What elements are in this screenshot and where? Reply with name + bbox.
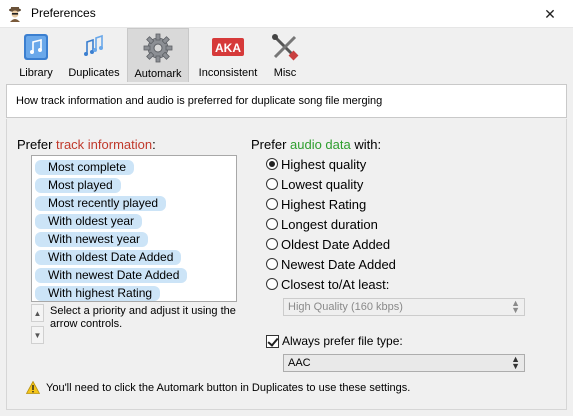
audio-heading-accent: audio data	[290, 137, 351, 152]
radio-label: Newest Date Added	[281, 256, 396, 272]
radio-button[interactable]	[266, 258, 278, 270]
radio-label: Longest duration	[281, 216, 378, 232]
quality-select-value: High Quality (160 kbps)	[288, 301, 403, 313]
file-type-select-value: AAC	[288, 357, 311, 369]
aka-icon: AKA	[212, 38, 244, 56]
audio-heading: Prefer audio data with:	[251, 137, 381, 152]
app-detective-icon	[9, 7, 21, 22]
radio-label: Closest to/At least:	[281, 276, 390, 292]
duplicates-icon	[84, 34, 103, 56]
list-item[interactable]: With newest Date Added	[35, 268, 188, 283]
radio-closest-to-at-least[interactable]: Closest to/At least:	[266, 275, 389, 293]
radio-button[interactable]	[266, 278, 278, 290]
track-info-heading-accent: track information	[56, 137, 153, 152]
automark-gear-icon	[143, 33, 173, 63]
tab-misc[interactable]: Misc	[266, 28, 304, 82]
arrow-down-icon: ▼	[33, 330, 42, 340]
radio-lowest-quality[interactable]: Lowest quality	[266, 175, 363, 193]
radio-label: Highest Rating	[281, 196, 367, 212]
tab-library-label: Library	[19, 67, 53, 79]
radio-oldest-date-added[interactable]: Oldest Date Added	[266, 235, 390, 253]
warning-icon	[26, 381, 40, 394]
tab-misc-label: Misc	[273, 67, 297, 79]
radio-button[interactable]	[266, 218, 278, 230]
priority-arrow-controls: ▲ ▼	[31, 304, 44, 344]
radio-button[interactable]	[266, 198, 278, 210]
radio-button[interactable]	[266, 238, 278, 250]
tab-inconsistent[interactable]: AKA Inconsistent	[197, 28, 259, 82]
tools-icon	[272, 34, 299, 61]
file-type-select[interactable]: AAC ▲ ▼	[283, 354, 525, 372]
description-box: How track information and audio is prefe…	[6, 84, 567, 118]
priority-hint: Select a priority and adjust it using th…	[50, 305, 236, 330]
tab-library[interactable]: Library	[14, 28, 58, 82]
track-info-heading-suffix: :	[152, 137, 156, 152]
footer-note: You'll need to click the Automark button…	[26, 381, 410, 394]
aka-text: AKA	[215, 41, 241, 55]
description-text: How track information and audio is prefe…	[16, 95, 383, 107]
list-item[interactable]: With oldest Date Added	[35, 250, 182, 265]
track-info-priority-list[interactable]: Most complete Most played Most recently …	[31, 155, 237, 302]
tab-duplicates-label: Duplicates	[68, 67, 120, 79]
audio-heading-suffix: with:	[350, 137, 382, 152]
always-prefer-checkbox[interactable]	[266, 334, 279, 348]
toolbar: Library Duplicates Automark AKA Inconsis…	[0, 28, 573, 82]
track-info-heading-prefix: Prefer	[17, 137, 57, 152]
move-up-button[interactable]: ▲	[31, 304, 44, 322]
radio-button[interactable]	[266, 178, 278, 190]
list-item[interactable]: Most complete	[35, 160, 135, 175]
radio-highest-rating[interactable]: Highest Rating	[266, 195, 366, 213]
tab-automark[interactable]: Automark	[127, 28, 189, 82]
tab-automark-label: Automark	[134, 68, 182, 80]
track-info-heading: Prefer track information:	[17, 137, 156, 152]
radio-longest-duration[interactable]: Longest duration	[266, 215, 378, 233]
close-button[interactable]: ✕	[527, 0, 573, 28]
quality-select[interactable]: High Quality (160 kbps) ▲ ▼	[283, 298, 525, 316]
updown-icon: ▲ ▼	[511, 354, 520, 371]
library-icon	[24, 34, 48, 60]
audio-heading-prefix: Prefer	[251, 137, 291, 152]
tab-duplicates[interactable]: Duplicates	[66, 28, 122, 82]
list-item[interactable]: With highest Rating	[35, 286, 161, 301]
list-item[interactable]: Most recently played	[35, 196, 167, 211]
list-item[interactable]: With newest year	[35, 232, 149, 247]
radio-button[interactable]	[266, 158, 278, 170]
radio-highest-quality[interactable]: Highest quality	[266, 155, 366, 173]
radio-label: Highest quality	[281, 156, 367, 172]
list-item[interactable]: With oldest year	[35, 214, 143, 229]
radio-label: Oldest Date Added	[281, 236, 391, 252]
footer-text: You'll need to click the Automark button…	[46, 381, 411, 394]
arrow-up-icon: ▲	[33, 308, 42, 318]
updown-icon: ▲ ▼	[511, 298, 520, 315]
title-bar: Preferences ✕	[0, 0, 573, 28]
move-down-button[interactable]: ▼	[31, 326, 44, 344]
tab-inconsistent-label: Inconsistent	[198, 67, 258, 79]
always-prefer-file-type-row[interactable]: Always prefer file type:	[266, 333, 403, 349]
close-icon: ✕	[544, 5, 556, 22]
radio-newest-date-added[interactable]: Newest Date Added	[266, 255, 396, 273]
list-item[interactable]: Most played	[35, 178, 121, 193]
radio-label: Lowest quality	[281, 176, 364, 192]
window-title: Preferences	[31, 6, 96, 20]
always-prefer-label: Always prefer file type:	[282, 334, 403, 348]
